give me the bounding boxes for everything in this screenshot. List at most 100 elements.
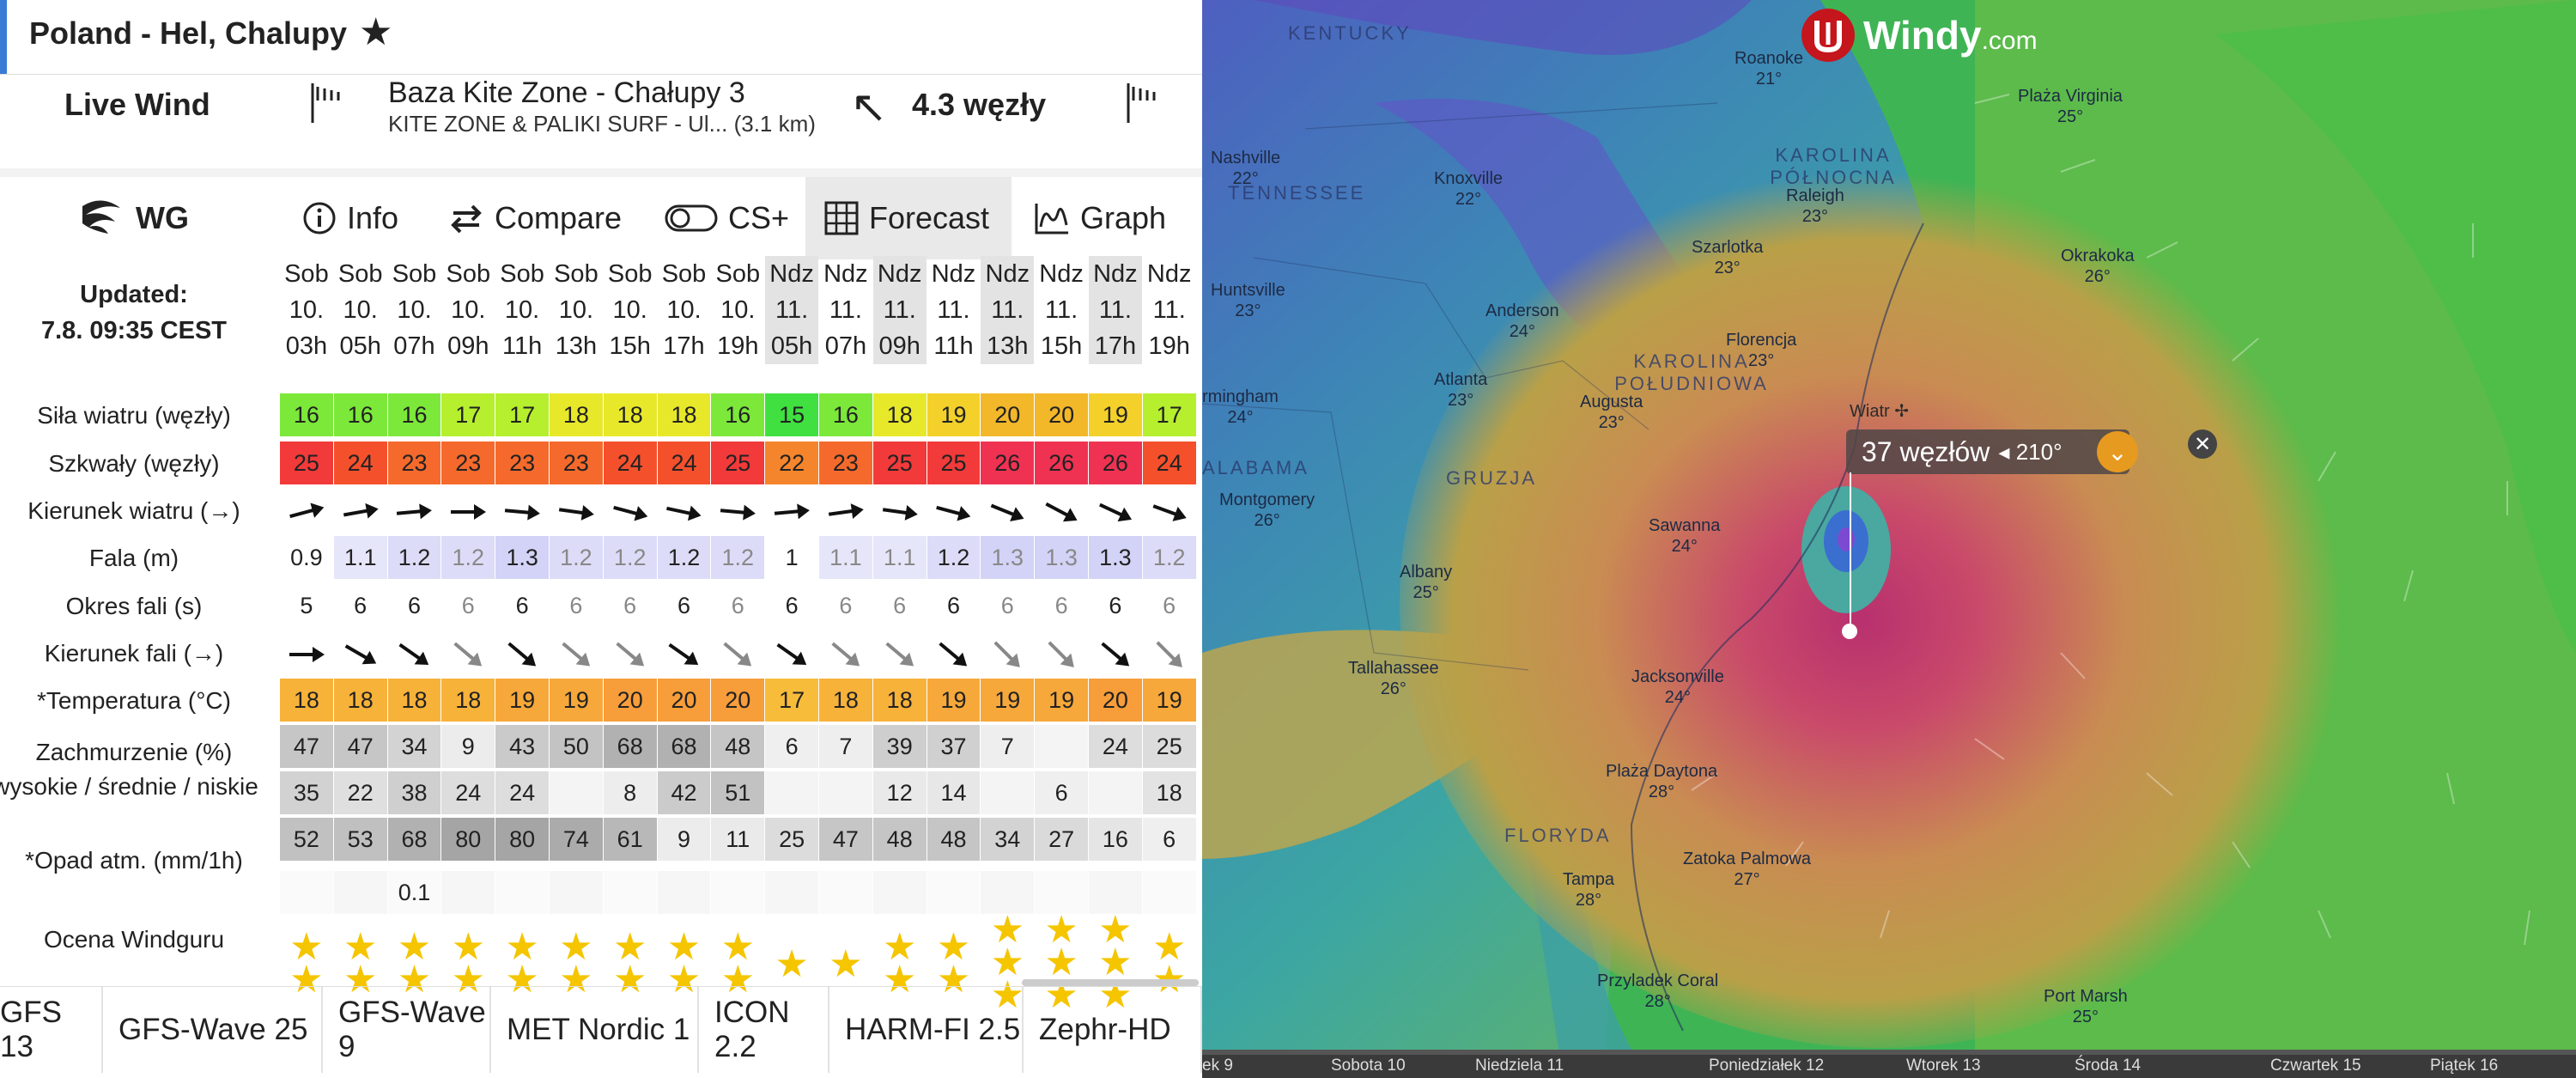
wind-cell: 19 [1089,393,1142,436]
precip-cell [657,871,711,914]
city-label: Szarlotka 23° [1692,238,1764,277]
column-header[interactable]: Ndz 11. 19h [1143,256,1196,364]
temp-cell: 18 [441,679,495,722]
city-label: Nashville 22° [1211,149,1281,188]
gust-cell: 24 [333,442,387,484]
column-header[interactable]: Ndz 11. 15h [1035,256,1088,364]
tab-wg[interactable]: WG [77,177,249,259]
model-tab[interactable]: MET Nordic 1 [491,987,699,1073]
wind-cell: 20 [981,393,1035,436]
column-header[interactable]: Sob 10. 11h [495,256,549,364]
column-header[interactable]: Ndz 11. 11h [927,256,981,364]
model-tab[interactable]: ICON 2.2 [699,987,829,1073]
star-icon: ★ [829,943,863,985]
cloud-cell [981,771,1035,814]
timeline-day[interactable]: Czwartek 15 [2270,1057,2361,1075]
precip-cell [927,871,981,914]
model-tab[interactable]: GFS 13 [0,987,103,1073]
wind-direction-arrow-icon [388,489,441,532]
chevron-down-icon[interactable]: ⌄ [2097,431,2138,472]
cloud-cell: 51 [711,771,765,814]
timeline-day[interactable]: Sobota 10 [1331,1057,1406,1075]
cloud-cell: 34 [981,818,1035,861]
model-tab[interactable]: Zephr-HD [1024,987,1202,1073]
column-hour: 11h [501,332,543,360]
column-header[interactable]: Sob 10. 09h [441,256,495,364]
gust-cell: 23 [819,442,872,484]
wind-direction-arrow-icon [927,489,981,532]
period-cell: 6 [407,593,421,618]
model-tab[interactable]: GFS-Wave 9 [323,987,491,1073]
wave-direction-arrow-icon [388,631,441,674]
cloud-cell: 7 [819,725,872,768]
timeline-day[interactable]: ek 9 [1202,1057,1233,1075]
model-tab[interactable]: GFS-Wave 25 [103,987,323,1073]
cloud-cell: 74 [550,818,603,861]
column-header[interactable]: Ndz 11. 07h [819,256,872,364]
tab-csplus[interactable]: CS+ [665,177,802,259]
column-hour: 15h [609,332,651,360]
cloud-cell: 11 [711,818,765,861]
column-header[interactable]: Sob 10. 03h [280,256,333,364]
column-hour: 19h [1148,332,1190,360]
column-header[interactable]: Sob 10. 13h [550,256,603,364]
timeline-day[interactable]: Poniedziałek 12 [1709,1057,1824,1075]
timeline-day[interactable]: Niedziela 11 [1475,1057,1564,1075]
column-header[interactable]: Sob 10. 17h [658,256,711,364]
column-day: Ndz [985,260,1030,288]
tab-info[interactable]: Info [302,177,412,259]
precip-cell [819,871,872,914]
tab-compare[interactable]: Compare [448,177,629,259]
tab-graph[interactable]: Graph [1034,177,1197,259]
wave-direction-arrow-icon [604,631,657,674]
close-icon[interactable]: ✕ [2188,429,2217,459]
favorite-star-icon[interactable]: ★ [359,10,392,54]
column-header[interactable]: Ndz 11. 09h [872,256,927,364]
station-name[interactable]: Baza Kite Zone - Chałupy 3 [388,76,745,110]
column-header[interactable]: Sob 10. 19h [711,256,764,364]
timeline-day[interactable]: Piątek 16 [2430,1057,2498,1075]
column-date: 11. [937,296,970,324]
wave-direction-arrow-icon [280,631,333,674]
tab-forecast[interactable]: Forecast [805,177,1012,259]
precip-cell [1089,871,1142,914]
column-date: 11. [1152,296,1186,324]
column-header[interactable]: Ndz 11. 17h [1089,256,1142,364]
wind-cell: 16 [280,393,333,436]
wind-cell: 18 [872,393,927,436]
column-date: 10. [397,296,432,324]
windy-map-panel[interactable]: KENTUCKY TENNESSEE KAROLINA PÓŁNOCNA KAR… [1202,0,2576,1078]
model-tab[interactable]: HARM-FI 2.5 [829,987,1024,1073]
wind-tooltip[interactable]: 37 węzłów ◂ 210° ⌄ [1846,429,2138,474]
column-header[interactable]: Ndz 11. 13h [981,256,1035,364]
cloud-cell: 47 [280,725,333,768]
column-hour: 13h [987,332,1029,360]
cloud-cell [550,771,603,814]
location-marker[interactable] [1842,624,1857,639]
column-header[interactable]: Sob 10. 05h [334,256,387,364]
wind-direction-arrow-icon [765,489,818,532]
period-cell: 6 [569,593,583,618]
timeline-day[interactable]: Środa 14 [2075,1057,2141,1075]
column-day: Ndz [877,260,922,288]
region-label: KAROLINA PÓŁNOCNA [1770,144,1897,188]
horizontal-scrollbar[interactable] [1022,979,1199,986]
period-cell: 6 [946,593,960,618]
temp-cell: 19 [495,679,549,722]
timeline-day[interactable]: Wtorek 13 [1906,1057,1981,1075]
column-date: 11. [991,296,1024,324]
column-header[interactable]: Sob 10. 07h [388,256,441,364]
city-label: Augusta 23° [1580,393,1643,432]
wind-direction-arrow-icon [981,489,1034,532]
column-date: 10. [666,296,702,324]
cloud-cell: 47 [333,725,387,768]
cloud-cell: 80 [495,818,549,861]
period-cell: 6 [461,593,475,618]
column-header[interactable]: Ndz 11. 05h [765,256,818,364]
column-hour: 19h [717,332,759,360]
timeline-bar[interactable]: ek 9 Sobota 10 Niedziela 11 Poniedziałek 12… [1202,1050,2576,1078]
cloud-cell: 24 [495,771,549,814]
spot-name: Poland - Hel, Chalupy [29,15,348,51]
column-header[interactable]: Sob 10. 15h [604,256,657,364]
column-hour: 15h [1040,332,1083,360]
